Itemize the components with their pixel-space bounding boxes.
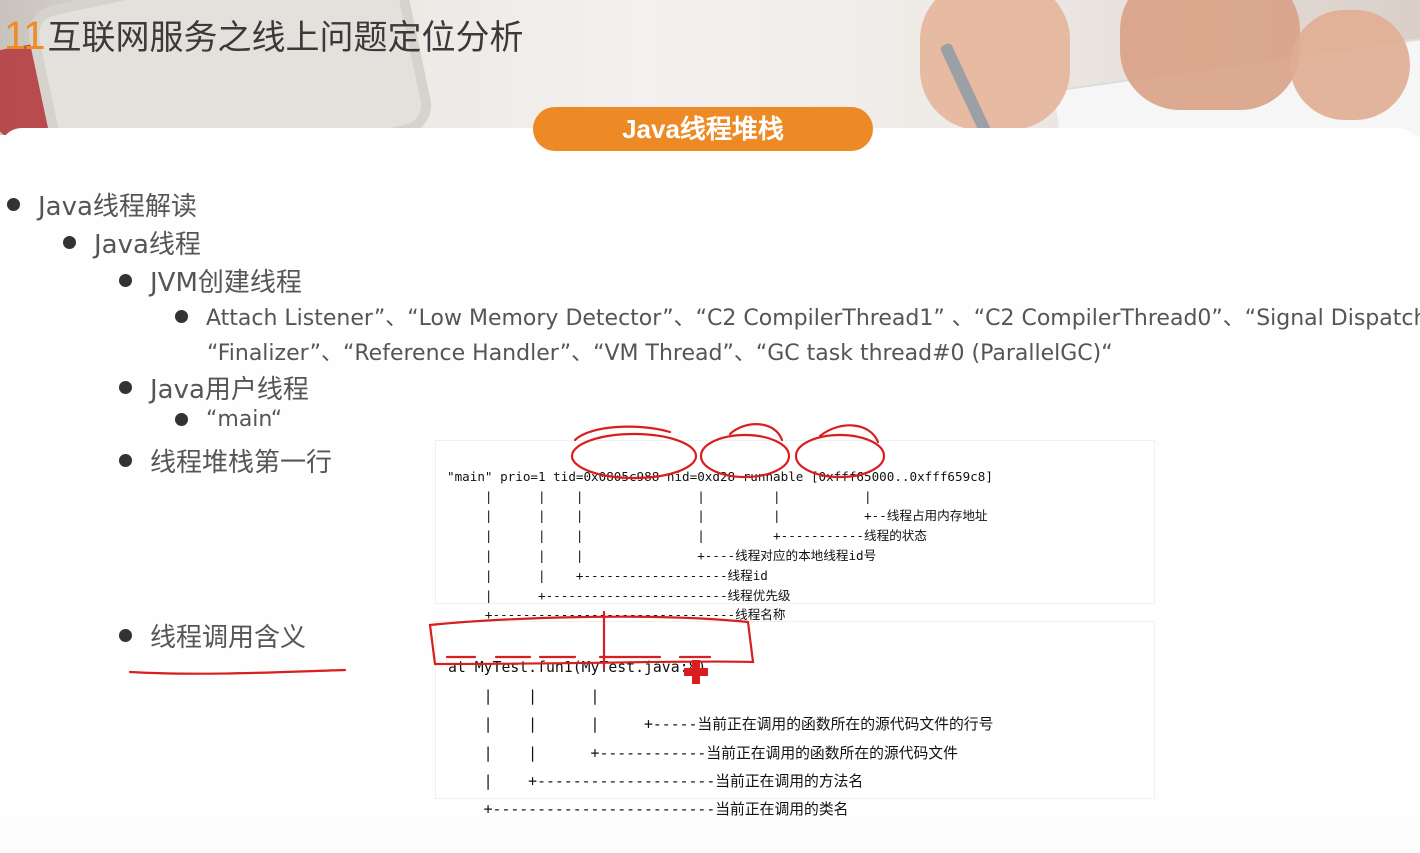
code-line: | | | [448,687,600,705]
photo-hand [1120,0,1300,110]
bullet-dot [175,309,188,323]
bullet-text: 线程调用含义 [150,623,307,653]
bullet-l2: Java线程 [63,224,201,261]
bullet-dot [119,381,132,394]
bullet-l1: Java线程解读 [7,186,197,223]
bullet-dot [175,413,188,426]
thread-call-diagram: at MyTest.fun1(MyTest.java:8) | | | | | … [436,622,1154,818]
bullet-l3: 线程调用含义 [119,617,306,654]
bullet-dot [7,198,20,211]
code-line: at MyTest.fun1(MyTest.java:8) [448,659,707,677]
section-pill: Java线程堆栈 [533,107,873,151]
bullet-text: Java线程解读 [38,192,197,222]
bullet-continuation: “Finalizer”、“Reference Handler”、“VM Thre… [207,341,1113,366]
thread-first-line-diagram: "main" prio=1 tid=0x0805c988 nid=0xd28 r… [436,441,1154,622]
bullet-l4: “main“ [175,407,282,432]
code-line: "main" prio=1 tid=0x0805c988 nid=0xd28 r… [447,468,993,484]
bullet-text: Java线程 [94,230,201,260]
bullet-text: 线程堆栈第一行 [150,448,333,478]
code-line: | | | | | | [447,488,872,504]
bullet-text: Java用户线程 [150,375,309,405]
code-line: | | | | | +--线程占用内存地址 [447,508,988,524]
photo-hand [1290,10,1410,120]
code-line: | | +-------------------线程id [447,567,768,583]
bullet-text: “main“ [206,407,283,432]
bullet-dot [119,274,132,287]
photo-hand [920,0,1070,130]
code-line: | | | | +-----------线程的状态 [447,528,927,544]
code-line: | | | +-----当前正在调用的函数所在的源代码文件的行号 [448,716,994,734]
bullet-dot [119,629,132,642]
bullet-l3: Java用户线程 [119,369,309,406]
chapter-number: 11 [4,14,46,58]
slide-title: 11 互联网服务之线上问题定位分析 [4,10,524,59]
code-line: | | | +----线程对应的本地线程id号 [447,547,877,563]
bullet-text: Attach Listener”、“Low Memory Detector”、“… [206,306,1420,331]
code-line: | +--------------------当前正在调用的方法名 [448,773,864,791]
bullet-dot [119,454,132,467]
code-line: | +------------------------线程优先级 [447,587,791,603]
bullet-text: JVM创建线程 [150,268,302,298]
code-line: +-------------------------当前正在调用的类名 [448,801,849,819]
bullet-l3: JVM创建线程 [119,262,302,299]
bullet-dot [63,236,76,249]
title-text: 互联网服务之线上问题定位分析 [47,18,524,58]
code-line: | | +------------当前正在调用的函数所在的源代码文件 [448,744,958,762]
bullet-l4: Attach Listener”、“Low Memory Detector”、“… [175,300,1420,332]
bullet-l3: 线程堆栈第一行 [119,442,332,479]
